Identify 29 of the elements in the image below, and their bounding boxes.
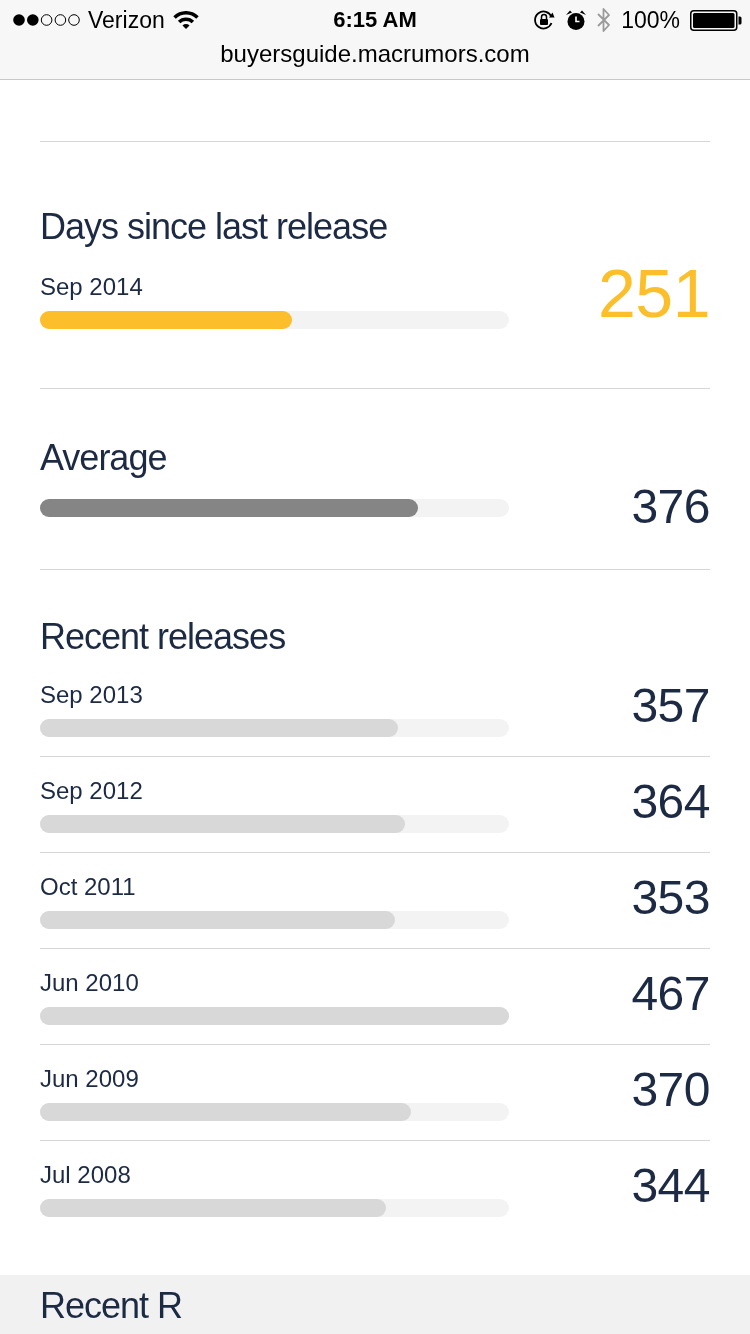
day-count: 376 (631, 483, 710, 531)
section-title: Recent R (40, 1284, 184, 1327)
wifi-icon (172, 10, 199, 30)
release-date: Sep 2012 (40, 777, 143, 805)
day-count: 353 (631, 874, 710, 922)
day-count: 344 (631, 1162, 710, 1210)
day-count: 370 (631, 1066, 710, 1114)
day-count: 357 (631, 682, 710, 730)
section-title: Days since last release (40, 205, 389, 248)
clock-time: 6:15 AM (333, 7, 417, 33)
carrier-name: Verizon (88, 7, 165, 33)
section-title: Average (40, 436, 168, 479)
day-count: 467 (631, 970, 710, 1018)
alarm-clock-icon (565, 9, 588, 31)
section-title: Recent releases (40, 615, 287, 658)
battery-percentage: 100% (621, 7, 680, 33)
release-date: Sep 2014 (40, 273, 143, 301)
day-count: 364 (631, 778, 710, 826)
release-date: Jun 2009 (40, 1065, 139, 1093)
page-url[interactable]: buyersguide.macrumors.com (220, 40, 530, 68)
release-date: Jun 2010 (40, 969, 139, 997)
release-date: Oct 2011 (40, 873, 136, 901)
bluetooth-icon (597, 7, 612, 33)
signal-strength-icon (13, 14, 80, 26)
release-date: Sep 2013 (40, 681, 143, 709)
release-date: Jul 2008 (40, 1161, 131, 1189)
day-count: 251 (598, 259, 710, 327)
battery-icon (690, 9, 742, 31)
orientation-lock-icon (533, 9, 556, 31)
